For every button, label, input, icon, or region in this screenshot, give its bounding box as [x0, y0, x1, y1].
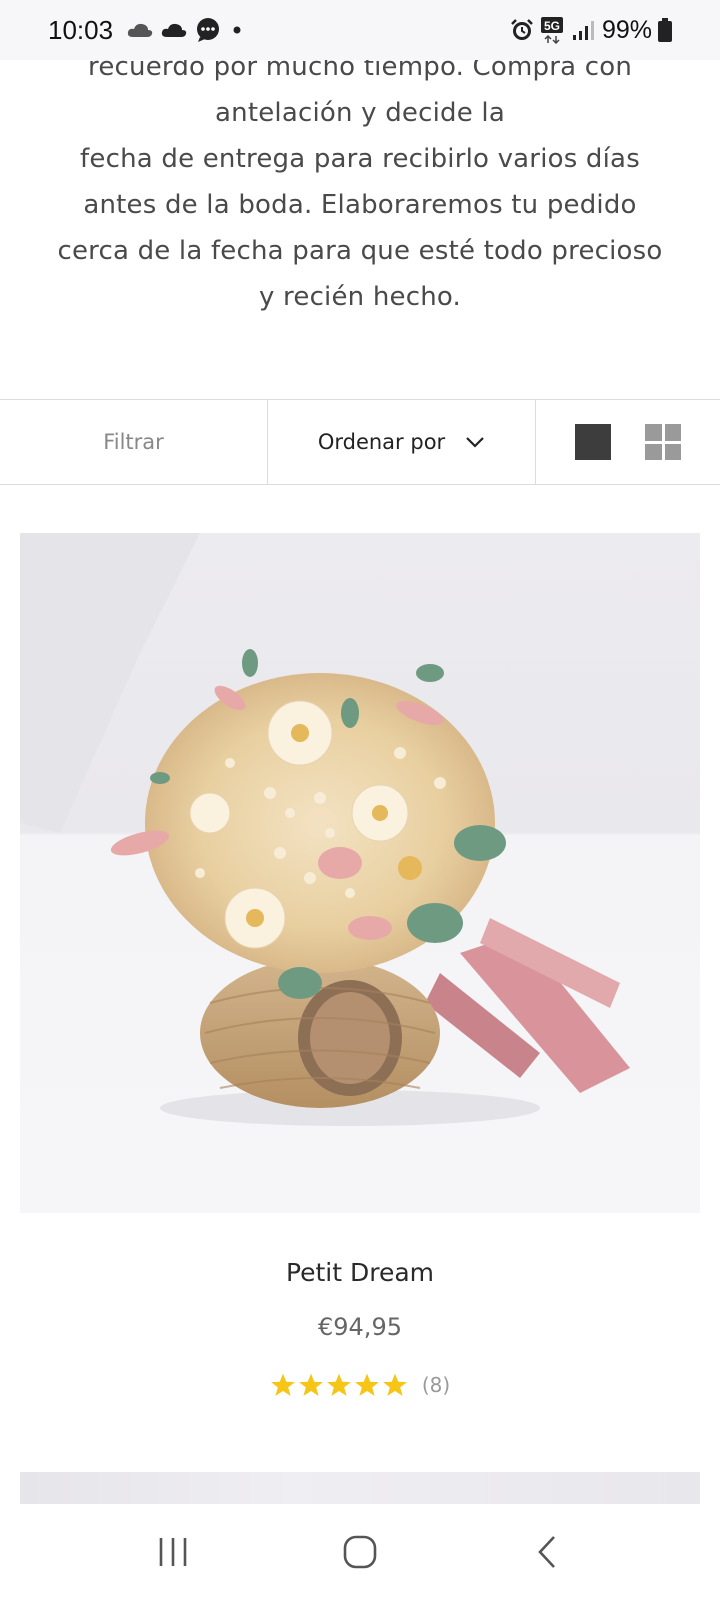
star-icon	[298, 1373, 323, 1396]
product-description: recuerdo por mucho tiempo. Compra con an…	[0, 44, 720, 320]
status-bar: 10:03 5G 99%	[0, 0, 720, 60]
status-left: 10:03	[48, 15, 245, 46]
description-line: y recién hecho.	[259, 282, 461, 312]
product-price: €94,95	[318, 1313, 402, 1341]
chat-icon	[197, 18, 220, 42]
battery-percent: 99%	[601, 15, 652, 44]
chevron-down-icon	[466, 437, 484, 448]
sort-dropdown[interactable]: Ordenar por	[268, 400, 536, 484]
dot-icon	[233, 26, 241, 34]
star-icon	[382, 1373, 407, 1396]
back-button[interactable]	[517, 1522, 577, 1582]
home-icon	[343, 1535, 377, 1569]
grid-view-icon[interactable]	[645, 424, 681, 460]
recent-apps-icon	[160, 1538, 187, 1566]
filter-button[interactable]: Filtrar	[0, 400, 268, 484]
cloud-icon	[161, 23, 187, 37]
status-right: 5G 99%	[510, 16, 672, 45]
filter-label: Filtrar	[103, 430, 164, 454]
product-rating[interactable]: (8)	[0, 1372, 720, 1398]
review-count: (8)	[421, 1373, 451, 1397]
rating-stars	[270, 1372, 408, 1398]
star-icon	[326, 1373, 351, 1396]
battery-icon	[658, 18, 672, 42]
product-name[interactable]: Petit Dream	[0, 1258, 720, 1287]
single-view-icon[interactable]	[575, 424, 611, 460]
description-line: antelación y decide la	[215, 98, 505, 128]
bouquet-illustration	[20, 533, 630, 1126]
recent-apps-button[interactable]	[143, 1522, 203, 1582]
collection-toolbar: Filtrar Ordenar por	[0, 399, 720, 485]
description-line: antes de la boda. Elaboraremos tu pedido	[83, 190, 637, 220]
page-content: recuerdo por mucho tiempo. Compra con an…	[0, 0, 720, 1600]
navigation-bar	[0, 1504, 720, 1600]
signal-icon	[572, 21, 594, 40]
star-icon	[354, 1373, 379, 1396]
home-button[interactable]	[330, 1522, 390, 1582]
star-icon	[270, 1373, 295, 1396]
description-line: fecha de entrega para recibirlo varios d…	[80, 144, 640, 174]
sort-label: Ordenar por	[317, 430, 446, 454]
description-line: cerca de la fecha para que esté todo pre…	[57, 236, 663, 266]
back-icon	[537, 1536, 555, 1568]
5g-icon: 5G	[540, 17, 563, 44]
product-image[interactable]	[20, 533, 700, 1213]
alarm-icon	[511, 19, 533, 40]
cloud-icon	[127, 23, 153, 37]
svg-text:5G: 5G	[544, 19, 560, 33]
view-toggle	[536, 400, 720, 484]
status-time: 10:03	[48, 14, 114, 45]
